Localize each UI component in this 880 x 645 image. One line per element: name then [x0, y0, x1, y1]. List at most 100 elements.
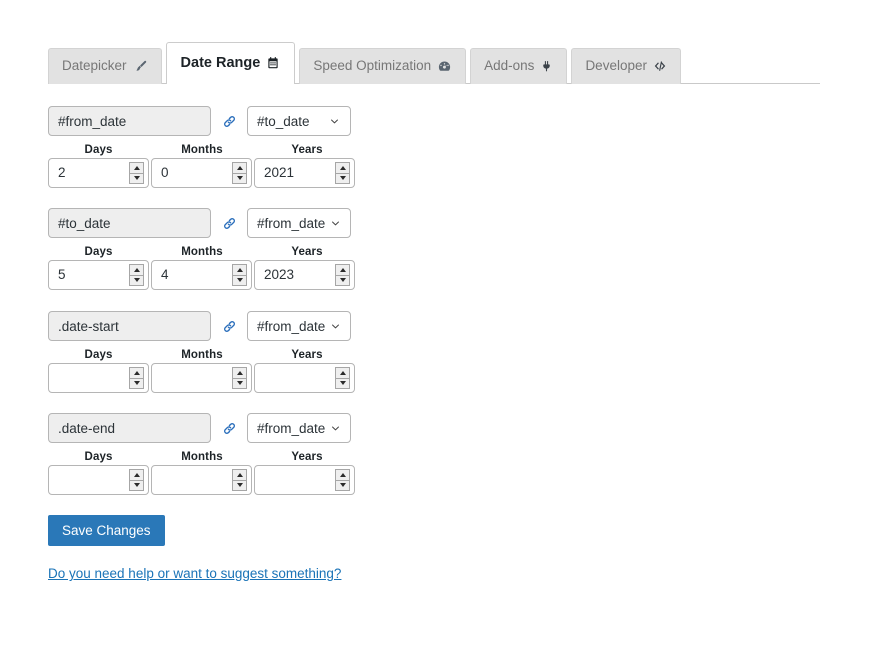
- years-spinner[interactable]: [335, 469, 350, 491]
- selector-input[interactable]: [48, 311, 211, 341]
- column-header-days: Days: [84, 451, 113, 463]
- years-spinner-down[interactable]: [336, 174, 349, 184]
- tab-label: Datepicker: [62, 58, 127, 74]
- rule-header: #from_date: [48, 207, 360, 239]
- months-spinner-up[interactable]: [233, 368, 246, 379]
- column-header-days: Days: [84, 246, 113, 258]
- years-stepper[interactable]: 2021: [254, 158, 355, 188]
- offset-inputs: [48, 363, 360, 393]
- days-spinner-up[interactable]: [130, 265, 143, 276]
- tab-label: Date Range: [180, 54, 261, 71]
- days-spinner[interactable]: [129, 162, 144, 184]
- years-spinner-down[interactable]: [336, 379, 349, 389]
- calendar-icon: [266, 56, 280, 70]
- linked-target-select[interactable]: #from_date: [247, 208, 351, 238]
- tabbar: Datepicker Date Range Speed Optimization Ad…: [48, 42, 681, 84]
- chevron-down-icon: [329, 217, 342, 230]
- linked-target-value: #from_date: [257, 215, 326, 231]
- days-value: 5: [58, 267, 66, 282]
- tab-developer[interactable]: Developer: [571, 48, 681, 84]
- days-spinner-up[interactable]: [130, 368, 143, 379]
- days-stepper[interactable]: [48, 465, 149, 495]
- chevron-down-icon: [329, 320, 342, 333]
- years-stepper[interactable]: 2023: [254, 260, 355, 290]
- days-spinner-down[interactable]: [130, 276, 143, 286]
- days-stepper[interactable]: 5: [48, 260, 149, 290]
- column-header-months: Months: [181, 246, 223, 258]
- months-spinner[interactable]: [232, 162, 247, 184]
- tab-speed-optimization[interactable]: Speed Optimization: [299, 48, 467, 84]
- months-spinner-up[interactable]: [233, 265, 246, 276]
- plug-icon: [540, 60, 553, 73]
- months-spinner[interactable]: [232, 264, 247, 286]
- column-headers: Days Months Years: [48, 144, 360, 156]
- linked-target-select[interactable]: #from_date: [247, 311, 351, 341]
- column-header-days: Days: [84, 349, 113, 361]
- years-spinner[interactable]: [335, 367, 350, 389]
- months-stepper[interactable]: [151, 363, 252, 393]
- days-spinner-up[interactable]: [130, 470, 143, 481]
- months-spinner-down[interactable]: [233, 379, 246, 389]
- offset-inputs: 2 0 2021: [48, 158, 360, 188]
- linked-target-value: #from_date: [257, 420, 326, 436]
- linked-target-select[interactable]: #to_date: [247, 106, 351, 136]
- days-spinner-down[interactable]: [130, 481, 143, 491]
- rule-header: #to_date: [48, 105, 360, 137]
- days-value: 2: [58, 165, 66, 180]
- rule-row: #from_date Days Months Years: [48, 412, 360, 495]
- column-header-months: Months: [181, 451, 223, 463]
- days-stepper[interactable]: [48, 363, 149, 393]
- days-stepper[interactable]: 2: [48, 158, 149, 188]
- years-stepper[interactable]: [254, 363, 355, 393]
- offset-inputs: 5 4 2023: [48, 260, 360, 290]
- selector-input[interactable]: [48, 413, 211, 443]
- months-stepper[interactable]: 4: [151, 260, 252, 290]
- months-value: 0: [161, 165, 169, 180]
- selector-input[interactable]: [48, 106, 211, 136]
- years-spinner-down[interactable]: [336, 481, 349, 491]
- years-spinner-up[interactable]: [336, 163, 349, 174]
- months-stepper[interactable]: [151, 465, 252, 495]
- linked-target-value: #to_date: [257, 113, 310, 129]
- help-suggestion-link[interactable]: Do you need help or want to suggest some…: [48, 566, 341, 581]
- gauge-icon: [437, 59, 452, 74]
- days-spinner-down[interactable]: [130, 174, 143, 184]
- months-spinner-up[interactable]: [233, 470, 246, 481]
- years-spinner[interactable]: [335, 162, 350, 184]
- days-spinner[interactable]: [129, 264, 144, 286]
- rule-header: #from_date: [48, 310, 360, 342]
- months-spinner-up[interactable]: [233, 163, 246, 174]
- paintbrush-icon: [133, 59, 148, 74]
- selector-input[interactable]: [48, 208, 211, 238]
- years-spinner-up[interactable]: [336, 368, 349, 379]
- chain-link-icon: [211, 419, 247, 438]
- months-stepper[interactable]: 0: [151, 158, 252, 188]
- months-spinner-down[interactable]: [233, 174, 246, 184]
- years-spinner-up[interactable]: [336, 470, 349, 481]
- days-spinner[interactable]: [129, 469, 144, 491]
- column-headers: Days Months Years: [48, 246, 360, 258]
- column-header-days: Days: [84, 144, 113, 156]
- days-spinner-down[interactable]: [130, 379, 143, 389]
- column-header-months: Months: [181, 349, 223, 361]
- column-headers: Days Months Years: [48, 451, 360, 463]
- chain-link-icon: [211, 317, 247, 336]
- tab-date-range[interactable]: Date Range: [165, 42, 296, 84]
- months-spinner[interactable]: [232, 367, 247, 389]
- save-changes-button[interactable]: Save Changes: [48, 515, 165, 546]
- days-spinner[interactable]: [129, 367, 144, 389]
- years-value: 2023: [264, 267, 295, 282]
- years-spinner[interactable]: [335, 264, 350, 286]
- years-stepper[interactable]: [254, 465, 355, 495]
- linked-target-select[interactable]: #from_date: [247, 413, 351, 443]
- column-headers: Days Months Years: [48, 349, 360, 361]
- months-spinner-down[interactable]: [233, 481, 246, 491]
- months-spinner[interactable]: [232, 469, 247, 491]
- tab-add-ons[interactable]: Add-ons: [470, 48, 568, 84]
- days-spinner-up[interactable]: [130, 163, 143, 174]
- years-spinner-up[interactable]: [336, 265, 349, 276]
- column-header-years: Years: [291, 349, 323, 361]
- tab-datepicker[interactable]: Datepicker: [48, 48, 162, 84]
- months-spinner-down[interactable]: [233, 276, 246, 286]
- years-spinner-down[interactable]: [336, 276, 349, 286]
